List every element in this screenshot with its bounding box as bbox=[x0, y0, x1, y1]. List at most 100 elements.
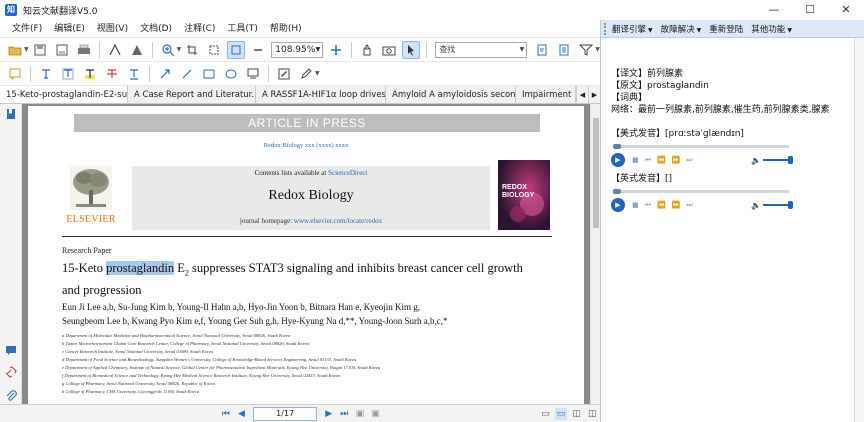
save-icon[interactable] bbox=[31, 41, 49, 59]
facing-view-icon[interactable]: ◫ bbox=[571, 408, 583, 420]
us-stop-icon[interactable]: ■ bbox=[632, 154, 639, 166]
tab-document-5[interactable]: Impairment bbox=[516, 86, 576, 103]
filter-icon[interactable] bbox=[577, 41, 595, 59]
zoom-level-select[interactable]: 108.95% ▼ bbox=[271, 41, 324, 58]
translation-scrollbar[interactable] bbox=[854, 38, 864, 422]
us-prev-icon[interactable]: ⏮ bbox=[645, 154, 651, 166]
tab-scroll-left-icon[interactable]: ◀ bbox=[576, 86, 588, 103]
open-folder-icon[interactable] bbox=[6, 41, 24, 59]
underline-icon[interactable] bbox=[125, 65, 143, 83]
us-volume-knob[interactable] bbox=[788, 156, 793, 164]
continuous-facing-view-icon[interactable]: ◫ bbox=[586, 408, 598, 420]
snapshot-camera-icon[interactable] bbox=[380, 41, 398, 59]
back-view-icon[interactable]: ▣ bbox=[354, 408, 366, 420]
hand-tool-icon[interactable] bbox=[358, 41, 376, 59]
find-select[interactable]: 查找 ▼ bbox=[435, 41, 528, 58]
sign-icon[interactable] bbox=[275, 65, 293, 83]
uk-volume-slider[interactable] bbox=[763, 201, 793, 209]
uk-next-icon[interactable]: ⏭ bbox=[686, 199, 692, 211]
bookmark-panel-icon[interactable] bbox=[5, 108, 17, 120]
zoom-out-icon[interactable] bbox=[249, 41, 267, 59]
highlight-text-icon[interactable] bbox=[81, 65, 99, 83]
maximize-button[interactable]: ☐ bbox=[792, 0, 828, 20]
fit-page-icon[interactable] bbox=[227, 40, 246, 59]
uk-stop-icon[interactable]: ■ bbox=[632, 199, 639, 211]
uk-volume-knob[interactable] bbox=[788, 201, 793, 209]
continuous-view-icon[interactable]: ▭ bbox=[555, 407, 567, 420]
menu-view[interactable]: 视图(V) bbox=[91, 20, 134, 38]
uk-volume-icon[interactable]: 🔈 bbox=[751, 200, 761, 212]
us-volume-slider[interactable] bbox=[763, 156, 793, 164]
tab-document-3[interactable]: A RASSF1A-HIF1α loop drives... bbox=[256, 86, 386, 103]
prev-page-icon[interactable]: ◀ bbox=[236, 408, 248, 420]
pdf-viewer[interactable]: ARTICLE IN PRESS Redox Biology xxx (xxxx… bbox=[22, 104, 590, 404]
scrollbar-thumb[interactable] bbox=[593, 118, 599, 228]
forward-view-icon[interactable]: ▣ bbox=[370, 408, 382, 420]
homepage-link[interactable]: www.elsevier.com/locate/redox bbox=[294, 217, 382, 225]
uk-audio-progress[interactable] bbox=[613, 189, 789, 194]
uk-forward-icon[interactable]: ⏩ bbox=[672, 199, 681, 211]
select-text-cursor-icon[interactable] bbox=[402, 40, 421, 59]
uk-play-icon[interactable]: ▶ bbox=[611, 198, 625, 212]
us-rewind-icon[interactable]: ⏪ bbox=[657, 154, 666, 166]
text-edit-icon[interactable] bbox=[106, 41, 124, 59]
save-as-icon[interactable] bbox=[53, 41, 71, 59]
menu-other-functions[interactable]: 其他功能 ▼ bbox=[747, 23, 796, 35]
us-volume-icon[interactable]: 🔈 bbox=[751, 155, 761, 167]
single-page-view-icon[interactable]: ▭ bbox=[540, 408, 552, 420]
link-panel-icon[interactable] bbox=[5, 366, 17, 378]
pdf-page[interactable]: ARTICLE IN PRESS Redox Biology xxx (xxxx… bbox=[28, 106, 584, 404]
edit-pencil-icon[interactable] bbox=[297, 65, 315, 83]
attachment-panel-icon[interactable] bbox=[5, 390, 17, 402]
ellipse-tool-icon[interactable] bbox=[222, 65, 240, 83]
next-page-icon[interactable]: ▶ bbox=[323, 408, 335, 420]
menu-document[interactable]: 文档(D) bbox=[134, 20, 178, 38]
tab-document-4[interactable]: Amyloid A amyloidosis secon... bbox=[386, 86, 516, 103]
close-button[interactable]: ✕ bbox=[828, 0, 864, 20]
menu-tools[interactable]: 工具(T) bbox=[221, 20, 264, 38]
menu-troubleshoot[interactable]: 故障解决 ▼ bbox=[657, 23, 706, 35]
menu-file[interactable]: 文件(F) bbox=[6, 20, 48, 38]
uk-progress-knob[interactable] bbox=[613, 189, 621, 194]
tab-document-1[interactable]: 15-Keto-prostaglandin-E2-su... bbox=[0, 86, 128, 103]
chevron-down-icon[interactable]: ▼ bbox=[315, 70, 320, 77]
callout-icon[interactable] bbox=[59, 65, 77, 83]
us-audio-progress[interactable] bbox=[613, 144, 789, 149]
arrow-tool-icon[interactable] bbox=[156, 65, 174, 83]
strikeout-icon[interactable] bbox=[103, 65, 121, 83]
text-box-icon[interactable] bbox=[37, 65, 55, 83]
find-next-icon[interactable] bbox=[555, 41, 573, 59]
menu-edit[interactable]: 编辑(E) bbox=[48, 20, 91, 38]
find-previous-icon[interactable] bbox=[533, 41, 551, 59]
note-icon[interactable] bbox=[6, 65, 24, 83]
uk-rewind-icon[interactable]: ⏪ bbox=[657, 199, 666, 211]
zoom-in-icon[interactable] bbox=[159, 41, 177, 59]
print-icon[interactable] bbox=[75, 41, 93, 59]
menu-translation-engine[interactable]: 翻译引擎 ▼ bbox=[608, 23, 657, 35]
uk-prev-icon[interactable]: ⏮ bbox=[645, 199, 651, 211]
menu-help[interactable]: 帮助(H) bbox=[264, 20, 308, 38]
sciencedirect-link[interactable]: ScienceDirect bbox=[328, 169, 367, 177]
minimize-button[interactable]: — bbox=[756, 0, 792, 20]
select-area-icon[interactable] bbox=[205, 41, 223, 59]
rectangle-tool-icon[interactable] bbox=[200, 65, 218, 83]
us-progress-knob[interactable] bbox=[613, 144, 621, 149]
comment-panel-icon[interactable] bbox=[5, 344, 17, 356]
paper-title[interactable]: 15-Keto prostaglandin E2 suppresses STAT… bbox=[62, 260, 532, 298]
crop-icon[interactable] bbox=[183, 41, 201, 59]
document-scrollbar[interactable] bbox=[590, 104, 600, 404]
first-page-icon[interactable]: ⏮ bbox=[220, 408, 232, 420]
tab-document-2[interactable]: A Case Report and Literatur... bbox=[128, 86, 256, 103]
menu-comment[interactable]: 注释(C) bbox=[178, 20, 221, 38]
us-play-icon[interactable]: ▶ bbox=[611, 153, 625, 167]
last-page-icon[interactable]: ⏭ bbox=[339, 408, 351, 420]
zoom-plus-icon[interactable] bbox=[327, 41, 345, 59]
chevron-down-icon[interactable]: ▼ bbox=[177, 46, 182, 53]
menu-relogin[interactable]: 重新登陆 bbox=[705, 23, 747, 35]
us-forward-icon[interactable]: ⏩ bbox=[672, 154, 681, 166]
stamp-icon[interactable] bbox=[244, 65, 262, 83]
selected-word[interactable]: prostaglandin bbox=[106, 261, 175, 275]
shape-edit-icon[interactable] bbox=[128, 41, 146, 59]
us-next-icon[interactable]: ⏭ bbox=[686, 154, 692, 166]
page-number-input[interactable]: 1/17 bbox=[253, 406, 317, 421]
